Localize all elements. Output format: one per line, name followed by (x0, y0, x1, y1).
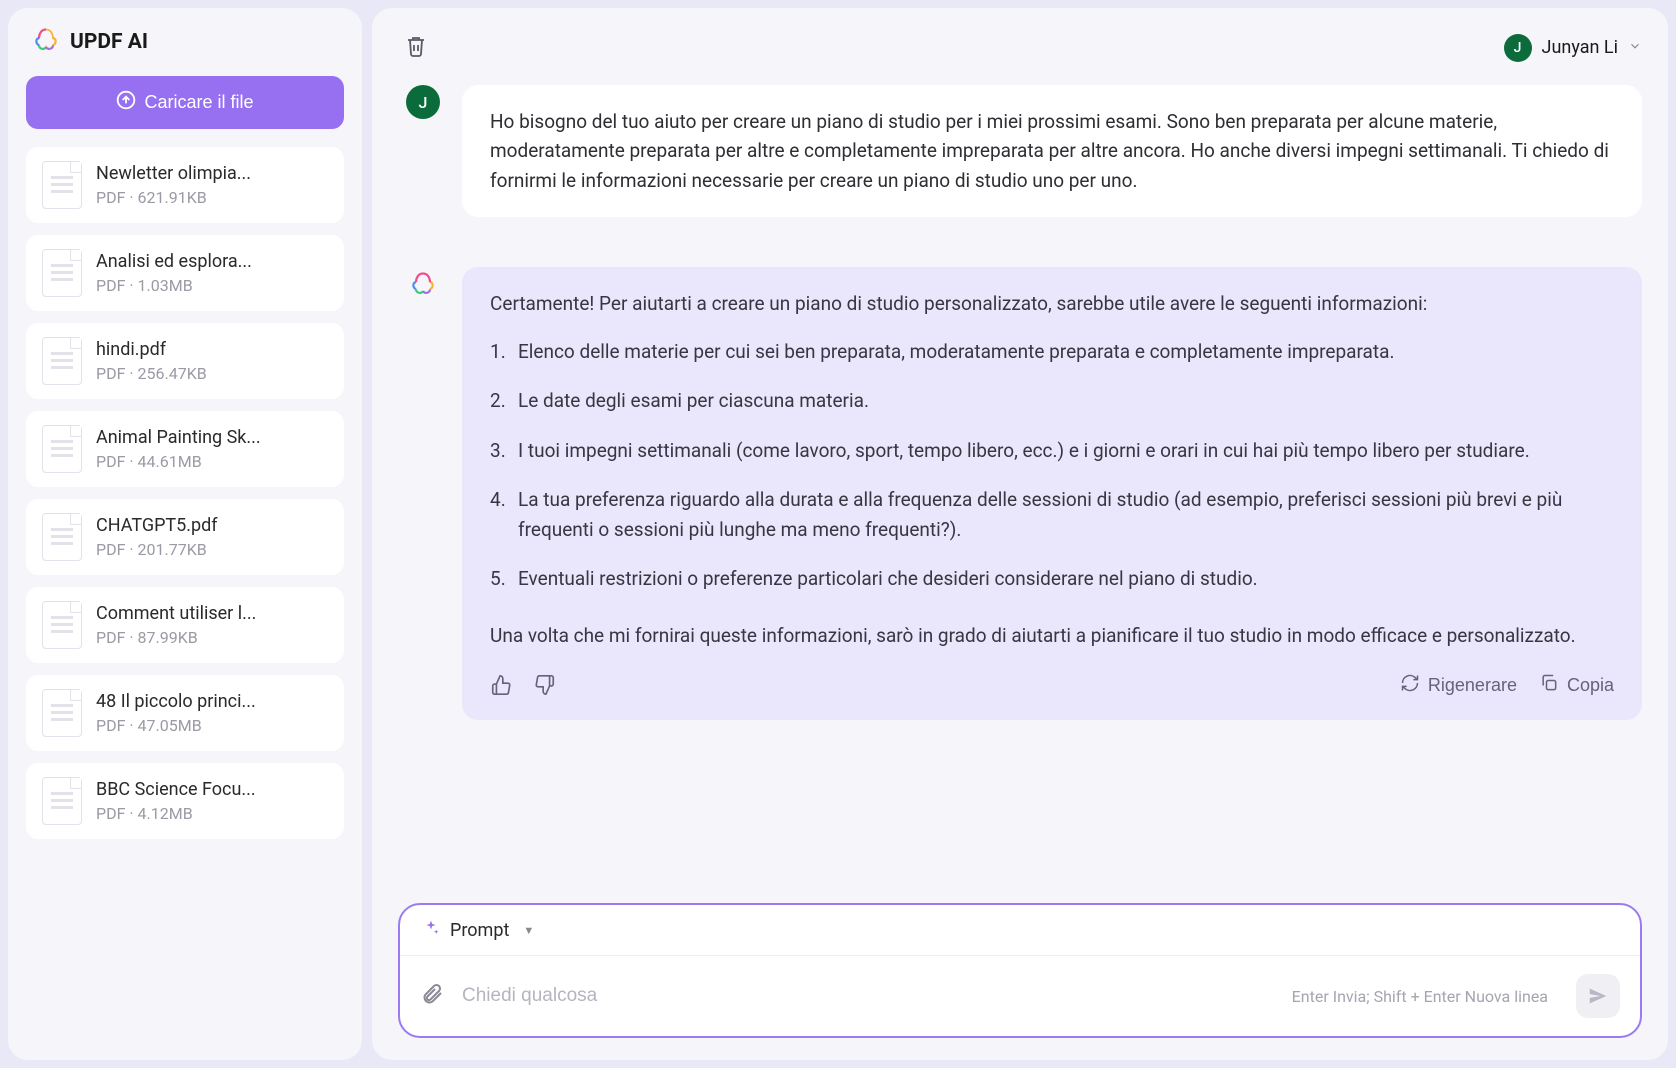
file-icon (42, 601, 82, 649)
prompt-label: Prompt (450, 920, 509, 941)
ai-intro-text: Certamente! Per aiutarti a creare un pia… (490, 289, 1614, 318)
composer: Prompt ▼ Enter Invia; Shift + Enter Nuov… (398, 903, 1642, 1038)
file-item[interactable]: Analisi ed esplora... PDF · 1.03MB (26, 235, 344, 311)
ai-list-item: I tuoi impegni settimanali (come lavoro,… (490, 436, 1614, 465)
file-icon (42, 425, 82, 473)
user-avatar: J (1504, 34, 1532, 62)
refresh-icon (1400, 673, 1420, 698)
sidebar-header: UPDF AI (26, 26, 344, 58)
file-meta: PDF · 44.61MB (96, 452, 328, 471)
file-name: Comment utiliser l... (96, 603, 328, 624)
file-meta: PDF · 201.77KB (96, 540, 328, 559)
file-list: Newletter olimpia... PDF · 621.91KB Analis… (26, 147, 344, 1042)
file-name: 48 Il piccolo princi... (96, 691, 328, 712)
ai-list-item: Eventuali restrizioni o preferenze parti… (490, 564, 1614, 593)
ai-list-item: Le date degli esami per ciascuna materia… (490, 386, 1614, 415)
caret-down-icon: ▼ (523, 924, 534, 937)
user-menu[interactable]: J Junyan Li (1504, 34, 1642, 62)
delete-conversation-button[interactable] (398, 28, 434, 67)
ai-message-row: Certamente! Per aiutarti a creare un pia… (406, 267, 1642, 720)
composer-body: Enter Invia; Shift + Enter Nuova linea (400, 956, 1640, 1036)
file-meta: PDF · 47.05MB (96, 716, 328, 735)
file-meta: PDF · 256.47KB (96, 364, 328, 383)
file-item[interactable]: Comment utiliser l... PDF · 87.99KB (26, 587, 344, 663)
ai-outro-text: Una volta che mi fornirai queste informa… (490, 621, 1614, 650)
copy-icon (1539, 673, 1559, 698)
user-message-row: J Ho bisogno del tuo aiuto per creare un… (406, 85, 1642, 217)
file-item[interactable]: hindi.pdf PDF · 256.47KB (26, 323, 344, 399)
main-panel: J Junyan Li J Ho bisogno del tuo aiuto p… (372, 8, 1668, 1060)
user-message-bubble: Ho bisogno del tuo aiuto per creare un p… (462, 85, 1642, 217)
thumbs-down-button[interactable] (534, 674, 556, 696)
chat-input[interactable] (462, 985, 1274, 1007)
file-icon (42, 513, 82, 561)
file-item[interactable]: CHATGPT5.pdf PDF · 201.77KB (26, 499, 344, 575)
ai-list-item: Elenco delle materie per cui sei ben pre… (490, 337, 1614, 366)
attach-button[interactable] (420, 982, 444, 1010)
app-title: UPDF AI (70, 30, 148, 54)
file-item[interactable]: BBC Science Focu... PDF · 4.12MB (26, 763, 344, 839)
file-item[interactable]: Newletter olimpia... PDF · 621.91KB (26, 147, 344, 223)
file-name: Analisi ed esplora... (96, 251, 328, 272)
main-header: J Junyan Li (398, 28, 1642, 67)
chevron-down-icon (1628, 38, 1642, 57)
user-message-avatar: J (406, 85, 440, 119)
file-meta: PDF · 87.99KB (96, 628, 328, 647)
thumbs-up-button[interactable] (490, 674, 512, 696)
file-name: BBC Science Focu... (96, 779, 328, 800)
upload-label: Caricare il file (144, 92, 253, 113)
message-actions: Rigenerare Copia (490, 673, 1614, 698)
chat-area: J Ho bisogno del tuo aiuto per creare un… (398, 85, 1642, 881)
file-icon (42, 249, 82, 297)
file-name: hindi.pdf (96, 339, 328, 360)
file-icon (42, 337, 82, 385)
ai-message-bubble: Certamente! Per aiutarti a creare un pia… (462, 267, 1642, 720)
file-name: Animal Painting Sk... (96, 427, 328, 448)
file-icon (42, 689, 82, 737)
file-meta: PDF · 1.03MB (96, 276, 328, 295)
ai-numbered-list: Elenco delle materie per cui sei ben pre… (490, 337, 1614, 614)
file-icon (42, 777, 82, 825)
sparkle-icon (422, 919, 440, 941)
file-icon (42, 161, 82, 209)
input-hint: Enter Invia; Shift + Enter Nuova linea (1292, 987, 1548, 1006)
file-name: CHATGPT5.pdf (96, 515, 328, 536)
file-name: Newletter olimpia... (96, 163, 328, 184)
file-item[interactable]: Animal Painting Sk... PDF · 44.61MB (26, 411, 344, 487)
file-meta: PDF · 4.12MB (96, 804, 328, 823)
file-meta: PDF · 621.91KB (96, 188, 328, 207)
upload-icon (116, 90, 136, 115)
ai-list-item: La tua preferenza riguardo alla durata e… (490, 485, 1614, 544)
ai-avatar-icon (406, 267, 440, 301)
upload-file-button[interactable]: Caricare il file (26, 76, 344, 129)
prompt-selector[interactable]: Prompt ▼ (400, 905, 1640, 956)
copy-button[interactable]: Copia (1539, 673, 1614, 698)
user-name: Junyan Li (1542, 37, 1618, 58)
regenerate-button[interactable]: Rigenerare (1400, 673, 1517, 698)
send-button[interactable] (1576, 974, 1620, 1018)
sidebar: UPDF AI Caricare il file Newletter olimp… (8, 8, 362, 1060)
app-logo-icon (32, 26, 60, 58)
file-item[interactable]: 48 Il piccolo princi... PDF · 47.05MB (26, 675, 344, 751)
